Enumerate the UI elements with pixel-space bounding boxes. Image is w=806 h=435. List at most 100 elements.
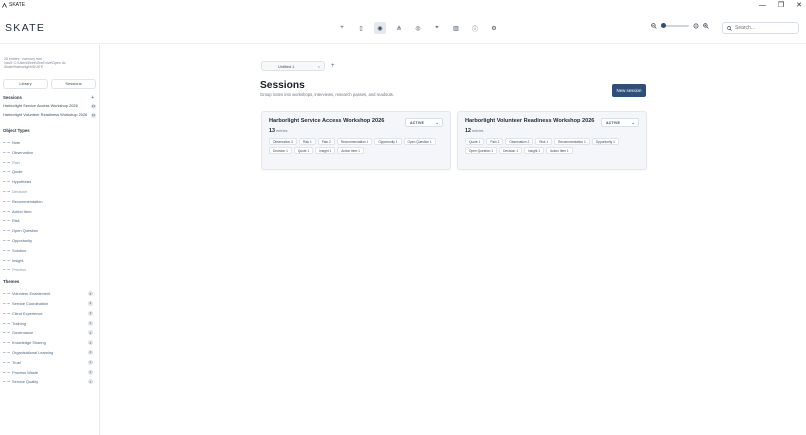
session-list: Harborlight Service Access Workshop 2026…	[3, 103, 96, 118]
settings-tool-button[interactable]: ⚙	[488, 22, 500, 34]
object-type-item[interactable]: Open Question	[3, 226, 96, 236]
theme-label: Service Coordination	[12, 300, 49, 306]
line-style-icon	[3, 293, 10, 295]
library-tool-button[interactable]: ▯	[355, 22, 367, 34]
type-chip: Recommendation 1	[554, 138, 590, 145]
line-style-icon	[3, 210, 10, 212]
themes-heading: Themes	[3, 278, 20, 284]
sidebar-session-item[interactable]: Harborlight Volunteer Readiness Workshop…	[3, 112, 96, 118]
add-tab-button[interactable]: +	[331, 63, 335, 69]
theme-count-badge: 4	[88, 340, 93, 346]
page-title: Sessions	[260, 80, 305, 91]
theme-item[interactable]: Client Experience 3	[3, 308, 96, 318]
new-session-button[interactable]: New session	[612, 84, 646, 97]
line-style-icon	[3, 190, 10, 192]
theme-count-badge: 2	[88, 359, 93, 365]
close-tab-icon[interactable]: ×	[318, 64, 320, 69]
theme-item[interactable]: Trust 2	[3, 357, 96, 367]
type-chip: Quote 1	[293, 147, 314, 154]
type-chip: Opportunity 1	[591, 138, 619, 145]
page-subtitle: Group notes into workshops, interviews, …	[260, 92, 395, 97]
tab-untitled-1[interactable]: Untitled 1 ×	[261, 61, 325, 71]
theme-label: Volunteer Enablement	[12, 291, 51, 297]
type-chip: Open Question 1	[465, 147, 498, 154]
location-tool-button[interactable]: ⌖	[431, 22, 443, 34]
session-label: Harborlight Volunteer Readiness Workshop…	[3, 111, 88, 117]
brand-logo[interactable]: SKATE	[5, 22, 45, 34]
tab-sessions[interactable]: Sessions	[51, 78, 96, 89]
object-type-item[interactable]: Action Item	[3, 206, 96, 216]
sidebar-session-item[interactable]: Harborlight Service Access Workshop 2026…	[3, 103, 96, 110]
entry-count-label: entries	[472, 129, 484, 133]
line-style-icon	[3, 371, 10, 373]
theme-item[interactable]: Governance 4	[3, 328, 96, 338]
session-card[interactable]: Harborlight Volunteer Readiness Workshop…	[457, 111, 647, 170]
vault-stats: 25 entries · memory tree Vault: C:\Users…	[3, 57, 96, 70]
close-button[interactable]: ✕	[796, 2, 802, 9]
zoom-slider[interactable]	[661, 23, 689, 28]
line-style-icon	[3, 381, 10, 383]
theme-label: Service Quality	[12, 379, 39, 385]
object-type-item[interactable]: Pain	[3, 157, 96, 167]
theme-count-badge: 4	[88, 349, 93, 355]
theme-item[interactable]: Organisational Learning 4	[3, 348, 96, 358]
object-type-label: Process	[12, 267, 27, 273]
theme-item[interactable]: Service Quality 2	[3, 377, 96, 387]
line-style-icon	[3, 230, 10, 232]
object-type-label: Open Question	[12, 228, 39, 234]
share-tool-button[interactable]: ⋔	[393, 22, 405, 34]
type-chip: Open Question 1	[403, 138, 436, 145]
maximize-button[interactable]: ❐	[778, 2, 784, 9]
object-type-item[interactable]: Insight	[3, 255, 96, 265]
object-type-item[interactable]: Note	[3, 138, 96, 148]
session-card[interactable]: Harborlight Service Access Workshop 2026…	[261, 111, 451, 170]
add-tool-button[interactable]: +	[336, 22, 348, 34]
explore-tool-button[interactable]: ◉	[374, 22, 386, 34]
tab-library[interactable]: Library	[3, 78, 48, 89]
fit-view-icon[interactable]	[693, 23, 699, 29]
object-type-item[interactable]: Decision	[3, 187, 96, 197]
stats-line: Skate\Harborlight\SKATE	[4, 65, 44, 70]
object-type-item[interactable]: Observation	[3, 147, 96, 157]
search-input[interactable]	[735, 25, 795, 31]
object-type-item[interactable]: Risk	[3, 216, 96, 226]
theme-count-badge: 3	[88, 320, 93, 326]
object-type-label: Opportunity	[12, 237, 33, 243]
theme-label: Trust	[12, 359, 21, 365]
zoom-slider-knob[interactable]	[661, 23, 666, 28]
theme-item[interactable]: Service Coordination 4	[3, 299, 96, 309]
object-type-item[interactable]: Hypothesis	[3, 177, 96, 187]
session-count-badge: 13	[91, 104, 96, 110]
theme-item[interactable]: Volunteer Enablement 6	[3, 289, 96, 299]
object-type-item[interactable]: Solution	[3, 245, 96, 255]
explore-tool-icon: ◉	[377, 25, 383, 32]
theme-label: Process Waste	[12, 369, 39, 375]
theme-item[interactable]: Training 3	[3, 318, 96, 328]
object-type-label: Decision	[12, 188, 27, 194]
session-label: Harborlight Service Access Workshop 2026	[3, 103, 78, 109]
entry-count-number: 12	[465, 128, 471, 134]
status-dropdown[interactable]: ACTIVE ⌄	[405, 118, 443, 127]
chart-tool-button[interactable]: ▥	[450, 22, 462, 34]
object-type-item[interactable]: Quote	[3, 167, 96, 177]
minimize-button[interactable]: —	[759, 2, 766, 9]
theme-item[interactable]: Knowledge Sharing 4	[3, 338, 96, 348]
object-type-label: Action Item	[12, 208, 32, 214]
search-box[interactable]	[722, 22, 799, 34]
status-dropdown[interactable]: ACTIVE ⌄	[601, 118, 639, 127]
zoom-in-icon[interactable]	[703, 23, 709, 29]
zoom-out-icon[interactable]	[651, 23, 657, 29]
view-tool-icon: ◎	[415, 25, 421, 32]
object-type-item[interactable]: Recommendation	[3, 196, 96, 206]
theme-item[interactable]: Process Waste 2	[3, 367, 96, 377]
add-session-button[interactable]: +	[91, 95, 94, 101]
chevron-down-icon: ⌄	[435, 120, 439, 125]
object-type-item[interactable]: Process	[3, 265, 96, 275]
object-type-item[interactable]: Opportunity	[3, 236, 96, 246]
object-type-label: Insight	[12, 257, 24, 263]
info-tool-button[interactable]: ⓘ	[469, 22, 481, 34]
line-style-icon	[3, 249, 10, 251]
theme-count-badge: 6	[88, 291, 93, 297]
type-chip: Insight 1	[524, 147, 545, 154]
view-tool-button[interactable]: ◎	[412, 22, 424, 34]
